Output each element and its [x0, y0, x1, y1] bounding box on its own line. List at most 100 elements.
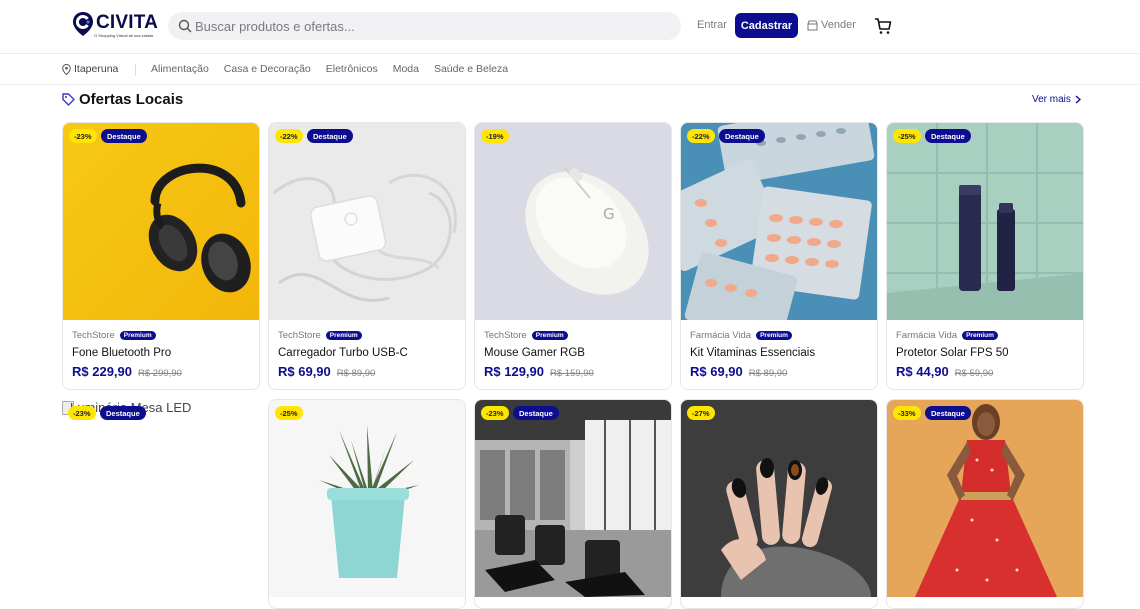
category-eletronicos[interactable]: Eletrônicos	[326, 63, 378, 75]
nav-divider	[135, 64, 136, 76]
discount-badge: -23%	[68, 406, 96, 420]
location-selector[interactable]: Itaperuna	[62, 63, 118, 75]
premium-badge: Premium	[962, 330, 998, 340]
price-row: R$ 69,90 R$ 89,90	[690, 364, 870, 379]
price-row: R$ 229,90 R$ 299,90	[72, 364, 252, 379]
product-name: Protetor Solar FPS 50	[896, 347, 1009, 359]
product-info: Farmácia Vida Premium Protetor Solar FPS…	[887, 320, 1083, 389]
product-name: Kit Vitaminas Essenciais	[690, 347, 816, 359]
price-row: R$ 69,90 R$ 89,90	[278, 364, 458, 379]
svg-text:G: G	[603, 205, 615, 223]
product-card[interactable]: G -19% TechStore Premium Mouse Gamer RGB…	[474, 122, 672, 390]
product-old-price: R$ 159,90	[550, 368, 594, 379]
featured-badge: Destaque	[100, 406, 146, 420]
product-card[interactable]: -22% Destaque Farmácia Vida Premium Kit …	[680, 122, 878, 390]
product-image	[681, 400, 877, 597]
sell-label: Vender	[821, 19, 856, 31]
product-image	[887, 123, 1083, 320]
civita-logo-icon	[73, 12, 93, 36]
product-name: Carregador Turbo USB-C	[278, 347, 408, 359]
product-card[interactable]: -22% Destaque TechStore Premium Carregad…	[268, 122, 466, 390]
see-more-label: Ver mais	[1032, 94, 1071, 105]
category-saude-beleza[interactable]: Saúde e Beleza	[434, 63, 508, 75]
product-info: Farmácia Vida Premium Kit Vitaminas Esse…	[681, 320, 877, 389]
section-title: Ofertas Locais	[62, 91, 183, 108]
store-name: TechStore	[484, 329, 527, 341]
product-image	[475, 400, 671, 597]
product-price: R$ 129,90	[484, 364, 544, 379]
store-name: TechStore	[278, 329, 321, 341]
store-row: TechStore Premium	[278, 329, 458, 341]
logo-tagline: O Shopping Virtual de sua cidade	[94, 33, 154, 38]
category-moda[interactable]: Moda	[393, 63, 419, 75]
discount-badge: -27%	[687, 406, 715, 420]
civita-logo[interactable]: CIVITA O Shopping Virtual de sua cidade	[72, 11, 158, 41]
premium-badge: Premium	[119, 330, 156, 340]
product-image	[269, 123, 465, 320]
logo-text: CIVITA	[96, 12, 159, 33]
product-card[interactable]: -33% Destaque	[886, 399, 1084, 609]
product-price: R$ 44,90	[896, 364, 949, 379]
map-pin-icon	[62, 63, 71, 75]
discount-badge: -19%	[481, 129, 509, 143]
premium-badge: Premium	[531, 330, 568, 340]
search-input[interactable]	[195, 12, 665, 40]
header: CIVITA O Shopping Virtual de sua cidade …	[0, 0, 1140, 54]
discount-badge: -25%	[893, 129, 921, 143]
price-row: R$ 44,90 R$ 59,90	[896, 364, 1076, 379]
product-image: G	[475, 123, 671, 320]
product-card[interactable]: -25% Destaque Farmácia Vida Premium Prot…	[886, 122, 1084, 390]
sell-link[interactable]: Vender	[807, 19, 856, 31]
store-icon	[807, 20, 818, 30]
product-image	[63, 123, 259, 320]
discount-badge: -23%	[481, 406, 509, 420]
featured-badge: Destaque	[719, 129, 765, 143]
featured-badge: Destaque	[925, 406, 971, 420]
category-list: Alimentação Casa e Decoração Eletrônicos…	[151, 63, 523, 75]
product-card[interactable]: -23% Destaque	[474, 399, 672, 609]
cart-icon[interactable]	[874, 17, 892, 35]
product-name: Mouse Gamer RGB	[484, 347, 585, 359]
product-image	[887, 400, 1083, 597]
discount-badge: -25%	[275, 406, 303, 420]
product-old-price: R$ 89,90	[748, 368, 788, 379]
discount-badge: -23%	[69, 129, 97, 143]
store-name: Farmácia Vida	[690, 329, 752, 341]
product-price: R$ 69,90	[690, 364, 743, 379]
store-name: Farmácia Vida	[896, 329, 958, 341]
discount-badge: -22%	[687, 129, 715, 143]
search-icon	[178, 19, 192, 33]
product-old-price: R$ 59,90	[954, 368, 994, 379]
product-price: R$ 229,90	[72, 364, 132, 379]
product-old-price: R$ 299,90	[138, 368, 182, 379]
discount-badge: -22%	[275, 129, 303, 143]
signup-button[interactable]: Cadastrar	[735, 13, 798, 38]
product-info: TechStore Premium Carregador Turbo USB-C…	[269, 320, 465, 389]
chevron-right-icon	[1075, 95, 1081, 104]
featured-badge: Destaque	[101, 129, 147, 143]
search-bar[interactable]	[168, 12, 681, 40]
product-card[interactable]: -27%	[680, 399, 878, 609]
product-card[interactable]: -25%	[268, 399, 466, 609]
category-casa-decoracao[interactable]: Casa e Decoração	[224, 63, 311, 75]
product-info: TechStore Premium Mouse Gamer RGB R$ 129…	[475, 320, 671, 389]
product-card[interactable]: -23% Destaque TechStore Premium Fone Blu…	[62, 122, 260, 390]
see-more-link[interactable]: Ver mais	[1032, 94, 1081, 105]
discount-badge: -33%	[893, 406, 921, 420]
premium-badge: Premium	[756, 330, 792, 340]
product-image	[681, 123, 877, 320]
category-alimentacao[interactable]: Alimentação	[151, 63, 209, 75]
section-title-text: Ofertas Locais	[79, 91, 184, 108]
product-old-price: R$ 89,90	[336, 368, 376, 379]
premium-badge: Premium	[325, 330, 362, 340]
product-image	[269, 400, 465, 597]
product-price: R$ 69,90	[278, 364, 331, 379]
location-label: Itaperuna	[74, 63, 119, 75]
product-card[interactable]: Luminária Mesa LED -23% Destaque	[62, 400, 260, 600]
price-row: R$ 129,90 R$ 159,90	[484, 364, 664, 379]
featured-badge: Destaque	[307, 129, 353, 143]
featured-badge: Destaque	[925, 129, 971, 143]
category-nav: Itaperuna Alimentação Casa e Decoração E…	[0, 55, 1140, 85]
product-name: Fone Bluetooth Pro	[72, 347, 172, 359]
login-link[interactable]: Entrar	[697, 19, 727, 31]
